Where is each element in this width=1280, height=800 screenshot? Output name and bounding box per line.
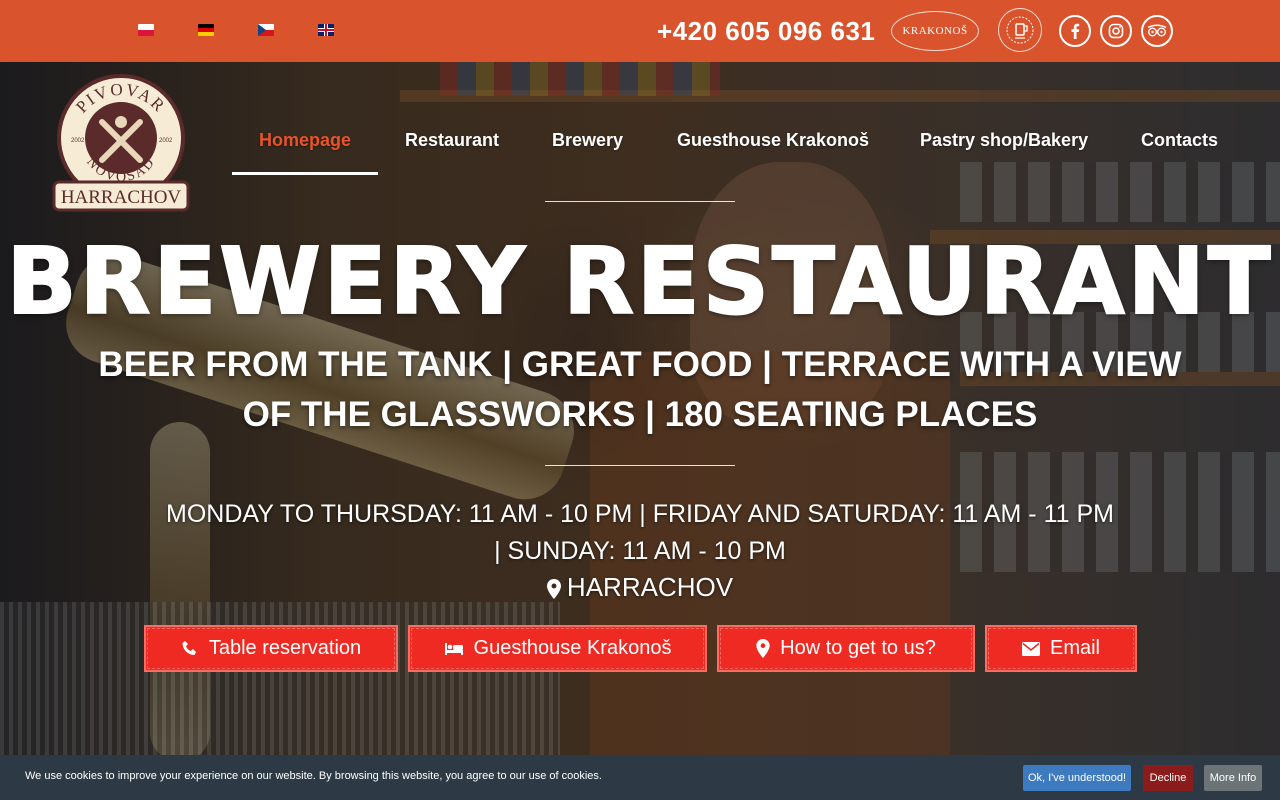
nav-homepage[interactable]: Homepage xyxy=(259,130,351,151)
phone-link[interactable]: +420 605 096 631 xyxy=(657,16,875,47)
flag-pl-icon[interactable] xyxy=(138,24,154,36)
facebook-icon[interactable] xyxy=(1059,15,1091,47)
language-switcher xyxy=(138,24,334,36)
tagline-line-2: OF THE GLASSWORKS | 180 SEATING PLACES xyxy=(242,395,1038,434)
nav-contacts[interactable]: Contacts xyxy=(1141,130,1218,151)
nav-guesthouse[interactable]: Guesthouse Krakonoš xyxy=(677,130,869,151)
cookie-text: We use cookies to improve your experienc… xyxy=(25,770,602,782)
how-to-get-button[interactable]: How to get to us? xyxy=(717,625,975,672)
nav-restaurant[interactable]: Restaurant xyxy=(405,130,499,151)
how-to-get-label: How to get to us? xyxy=(780,637,936,659)
location: HARRACHOV xyxy=(0,572,1280,603)
nav-active-underline xyxy=(232,172,378,175)
main-nav: Homepage Restaurant Brewery Guesthouse K… xyxy=(0,130,1280,150)
location-text: HARRACHOV xyxy=(566,572,734,602)
opening-hours: MONDAY TO THURSDAY: 11 AM - 10 PM | FRID… xyxy=(100,496,1180,570)
bed-icon xyxy=(444,642,463,655)
envelope-icon xyxy=(1021,641,1040,656)
hours-line-2: | SUNDAY: 11 AM - 10 PM xyxy=(494,537,786,565)
cookie-more-info-button[interactable]: More Info xyxy=(1204,765,1262,791)
brewery-seal-icon[interactable] xyxy=(998,8,1042,52)
guesthouse-button[interactable]: Guesthouse Krakonoš xyxy=(408,625,707,672)
top-bar: +420 605 096 631 KRAKONOŠ xyxy=(0,0,1280,62)
instagram-icon[interactable] xyxy=(1100,15,1132,47)
email-button[interactable]: Email xyxy=(985,625,1137,672)
phone-icon xyxy=(182,640,196,655)
tripadvisor-icon[interactable] xyxy=(1141,15,1173,47)
cookie-decline-button[interactable]: Decline xyxy=(1143,765,1193,791)
email-label: Email xyxy=(1049,637,1100,659)
flag-de-icon[interactable] xyxy=(198,24,214,36)
flag-gb-icon[interactable] xyxy=(318,24,334,36)
krakonos-badge[interactable]: KRAKONOŠ xyxy=(891,11,979,51)
hero-title: BREWERY RESTAURANT xyxy=(5,227,1274,336)
nav-brewery[interactable]: Brewery xyxy=(552,130,623,151)
map-marker-icon xyxy=(546,579,561,599)
flag-cz-icon[interactable] xyxy=(258,24,274,36)
table-reservation-button[interactable]: Table reservation xyxy=(144,625,398,672)
nav-pastry-shop[interactable]: Pastry shop/Bakery xyxy=(920,130,1088,151)
krakonos-badge-text: KRAKONOŠ xyxy=(902,25,968,37)
guesthouse-label: Guesthouse Krakonoš xyxy=(473,637,672,659)
table-reservation-label: Table reservation xyxy=(208,637,362,659)
divider xyxy=(545,465,735,466)
tagline-line-1: BEER FROM THE TANK | GREAT FOOD | TERRAC… xyxy=(98,345,1182,384)
divider xyxy=(545,201,735,202)
map-marker-icon xyxy=(756,639,770,658)
logo-bottom-text: HARRACHOV xyxy=(61,187,182,208)
hero-tagline: BEER FROM THE TANK | GREAT FOOD | TERRAC… xyxy=(60,340,1220,440)
hours-line-1: MONDAY TO THURSDAY: 11 AM - 10 PM | FRID… xyxy=(166,500,1114,528)
cookie-accept-button[interactable]: Ok, I've understood! xyxy=(1023,765,1131,791)
